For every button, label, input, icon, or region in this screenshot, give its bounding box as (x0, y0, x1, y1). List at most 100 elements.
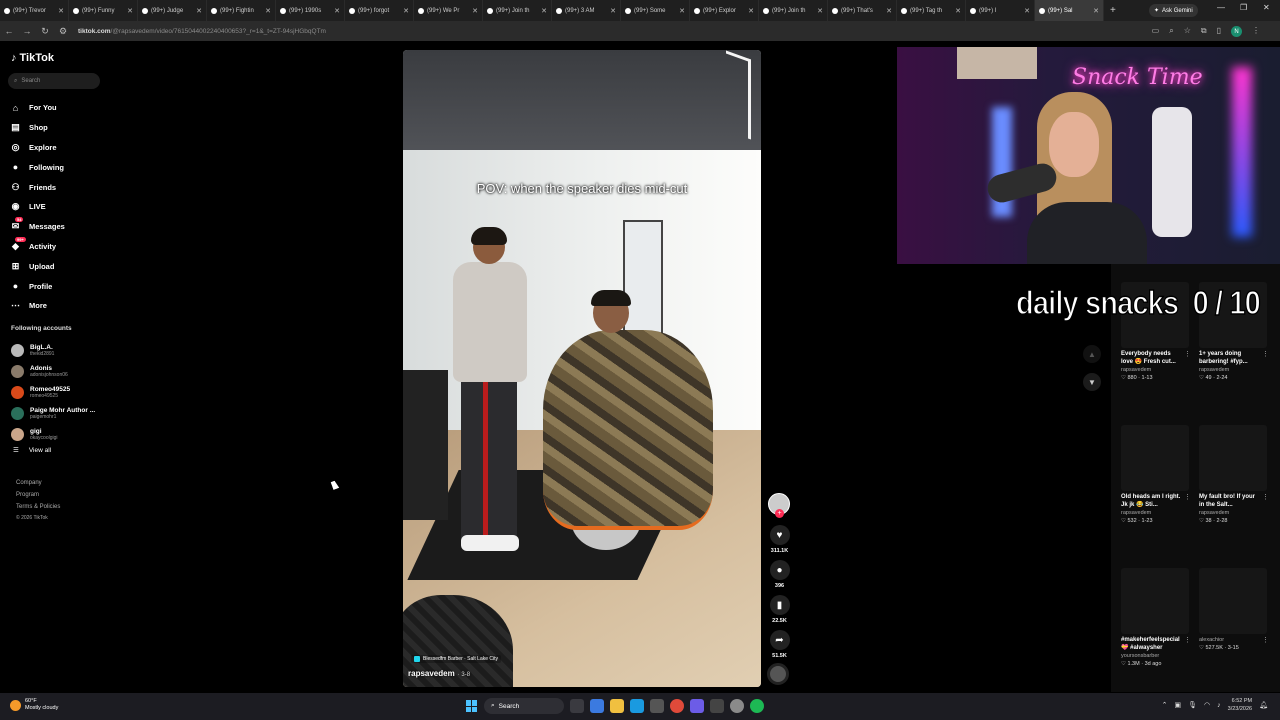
terminal-icon[interactable] (710, 699, 724, 713)
browser-tab[interactable]: (99+) Judge ✕ (138, 0, 207, 21)
chrome-icon[interactable] (670, 699, 684, 713)
browser-tab[interactable]: (99+) Some ✕ (621, 0, 690, 21)
close-tab-icon[interactable]: ✕ (955, 7, 961, 15)
browser-tab[interactable]: (99+) Trevor ✕ (0, 0, 69, 21)
wifi-icon[interactable]: ◠ (1204, 701, 1210, 709)
nav-item-explore[interactable]: ◎ Explore (10, 138, 65, 158)
more-options-icon[interactable]: ⋮ (1184, 493, 1191, 501)
browser-tab[interactable]: (99+) 3 AM ✕ (552, 0, 621, 21)
following-account[interactable]: Paige Mohr Author ... paigemohr1 (11, 403, 95, 424)
footer-company-link[interactable]: Company (16, 477, 60, 489)
nav-item-activity[interactable]: ◆ 99+ Activity (10, 236, 65, 257)
settings-icon[interactable] (730, 699, 744, 713)
browser-tab[interactable]: (99+) Sal ✕ (1035, 0, 1104, 21)
tiktok-logo[interactable]: ♪ TikTok (11, 52, 54, 64)
profile-avatar[interactable]: N (1231, 26, 1242, 37)
next-video-button[interactable]: ▼ (1083, 373, 1101, 391)
back-button[interactable]: ← (0, 26, 18, 36)
browser-tab[interactable]: (99+) I ✕ (966, 0, 1035, 21)
author-avatar[interactable]: + (768, 493, 790, 518)
video-player[interactable]: POV: when the speaker dies mid-cut Bless… (403, 50, 761, 687)
music-disc-icon[interactable] (767, 663, 789, 685)
edge-icon[interactable] (630, 699, 644, 713)
cast-icon[interactable]: ▭ (1152, 26, 1160, 37)
reload-button[interactable]: ↻ (36, 26, 54, 37)
close-tab-icon[interactable]: ✕ (886, 7, 892, 15)
tray-chevron-icon[interactable]: ⌃ (1162, 701, 1168, 709)
nav-item-messages[interactable]: ✉ 54 Messages (10, 217, 65, 237)
browser-tab[interactable]: (99+) We Pr ✕ (414, 0, 483, 21)
browser-tab[interactable]: (99+) 1990s ✕ (276, 0, 345, 21)
more-options-icon[interactable]: ⋮ (1184, 350, 1191, 358)
more-options-icon[interactable]: ⋮ (1262, 636, 1269, 644)
video-thumbnail[interactable] (1121, 568, 1189, 634)
new-tab-button[interactable]: + (1110, 5, 1116, 16)
site-info-icon[interactable]: ⚙ (54, 26, 72, 37)
search-input[interactable]: ⌕ Search (8, 73, 100, 89)
system-clock[interactable]: 6:52 PM 3/23/2026 (1228, 697, 1252, 713)
close-tab-icon[interactable]: ✕ (196, 7, 202, 15)
nav-item-upload[interactable]: ⊞ Upload (10, 256, 65, 276)
nav-item-more[interactable]: ⋯ More (10, 296, 65, 316)
tray-mic-icon[interactable]: 🎙︎ (1188, 701, 1197, 709)
comment-icon[interactable]: ● (769, 560, 790, 580)
minimize-button[interactable]: — (1217, 3, 1225, 12)
forward-button[interactable]: → (18, 26, 36, 36)
share-icon[interactable]: ➦ (769, 630, 790, 650)
windows-start-icon[interactable] (466, 700, 478, 712)
related-video-card[interactable]: #makeherfeelspecial💝 #alwaysher ⋮ yoursons… (1121, 568, 1191, 668)
close-tab-icon[interactable]: ✕ (748, 7, 754, 15)
maximize-button[interactable]: ❐ (1240, 3, 1247, 12)
nav-item-friends[interactable]: ⚇ Friends (10, 177, 65, 197)
video-author[interactable]: rapsavedem · 3-8 (408, 669, 470, 678)
related-video-card[interactable]: ⋮ alexachior ♡ 527.5K · 3-15 (1199, 568, 1269, 652)
close-tab-icon[interactable]: ✕ (403, 7, 409, 15)
nav-item-shop[interactable]: ▤ Shop (10, 118, 65, 138)
video-location-tag[interactable]: Blessedfm Barber · Salt Lake City (411, 655, 502, 663)
task-view-icon[interactable] (570, 699, 584, 713)
browser-tab[interactable]: (99+) Explor ✕ (690, 0, 759, 21)
nav-item-profile[interactable]: ● Profile (10, 276, 65, 296)
following-account[interactable]: Adonis adonisjohnson06 (11, 361, 95, 382)
footer-terms-link[interactable]: Terms & Policies (16, 501, 60, 513)
close-tab-icon[interactable]: ✕ (817, 7, 823, 15)
nav-item-live[interactable]: ◉ LIVE (10, 197, 65, 217)
spotify-icon[interactable] (750, 699, 764, 713)
close-tab-icon[interactable]: ✕ (541, 7, 547, 15)
close-tab-icon[interactable]: ✕ (127, 7, 133, 15)
ask-gemini-button[interactable]: ✦ Ask Gemini (1149, 4, 1198, 17)
more-options-icon[interactable]: ⋮ (1184, 636, 1191, 644)
like-icon[interactable]: ♥ (769, 525, 790, 545)
tray-app-icon[interactable]: ▣ (1175, 701, 1182, 709)
nav-item-following[interactable]: ● Following (10, 157, 65, 177)
footer-program-link[interactable]: Program (16, 489, 60, 501)
related-video-card[interactable]: My fault bro! If your in the Salt... ⋮ rap… (1199, 425, 1269, 525)
browser-tab[interactable]: (99+) Funny ✕ (69, 0, 138, 21)
sidepanel-icon[interactable]: ▯ (1217, 26, 1221, 37)
related-video-card[interactable]: Old heads am I right. Jk jk 😂 Sti... ⋮ rap… (1121, 425, 1191, 525)
browser-tab[interactable]: (99+) forgot ✕ (345, 0, 414, 21)
close-tab-icon[interactable]: ✕ (1093, 7, 1099, 15)
browser-tab[interactable]: (99+) Join th ✕ (759, 0, 828, 21)
browser-tab[interactable]: (99+) Fightin ✕ (207, 0, 276, 21)
taskbar-search[interactable]: ⌕ Search (484, 698, 564, 714)
url-field[interactable]: tiktok.com/@rapsavedem/video/76150440022… (78, 28, 326, 35)
more-options-icon[interactable]: ⋮ (1262, 350, 1269, 358)
browser-tab[interactable]: (99+) Join th ✕ (483, 0, 552, 21)
close-tab-icon[interactable]: ✕ (334, 7, 340, 15)
weather-widget[interactable]: 60°F Mostly cloudy (10, 698, 58, 712)
bookmark-star-icon[interactable]: ☆ (1184, 26, 1191, 37)
copilot-icon[interactable] (590, 699, 604, 713)
discord-icon[interactable] (690, 699, 704, 713)
previous-video-button[interactable]: ▲ (1083, 345, 1101, 363)
close-tab-icon[interactable]: ✕ (58, 7, 64, 15)
close-tab-icon[interactable]: ✕ (472, 7, 478, 15)
more-options-icon[interactable]: ⋮ (1262, 493, 1269, 501)
close-tab-icon[interactable]: ✕ (679, 7, 685, 15)
video-thumbnail[interactable] (1121, 425, 1189, 491)
browser-tab[interactable]: (99+) Tag th ✕ (897, 0, 966, 21)
close-tab-icon[interactable]: ✕ (265, 7, 271, 15)
following-account[interactable]: Romeo49525 romeo49525 (11, 382, 95, 403)
close-tab-icon[interactable]: ✕ (1024, 7, 1030, 15)
browser-tab[interactable]: (99+) That's ✕ (828, 0, 897, 21)
